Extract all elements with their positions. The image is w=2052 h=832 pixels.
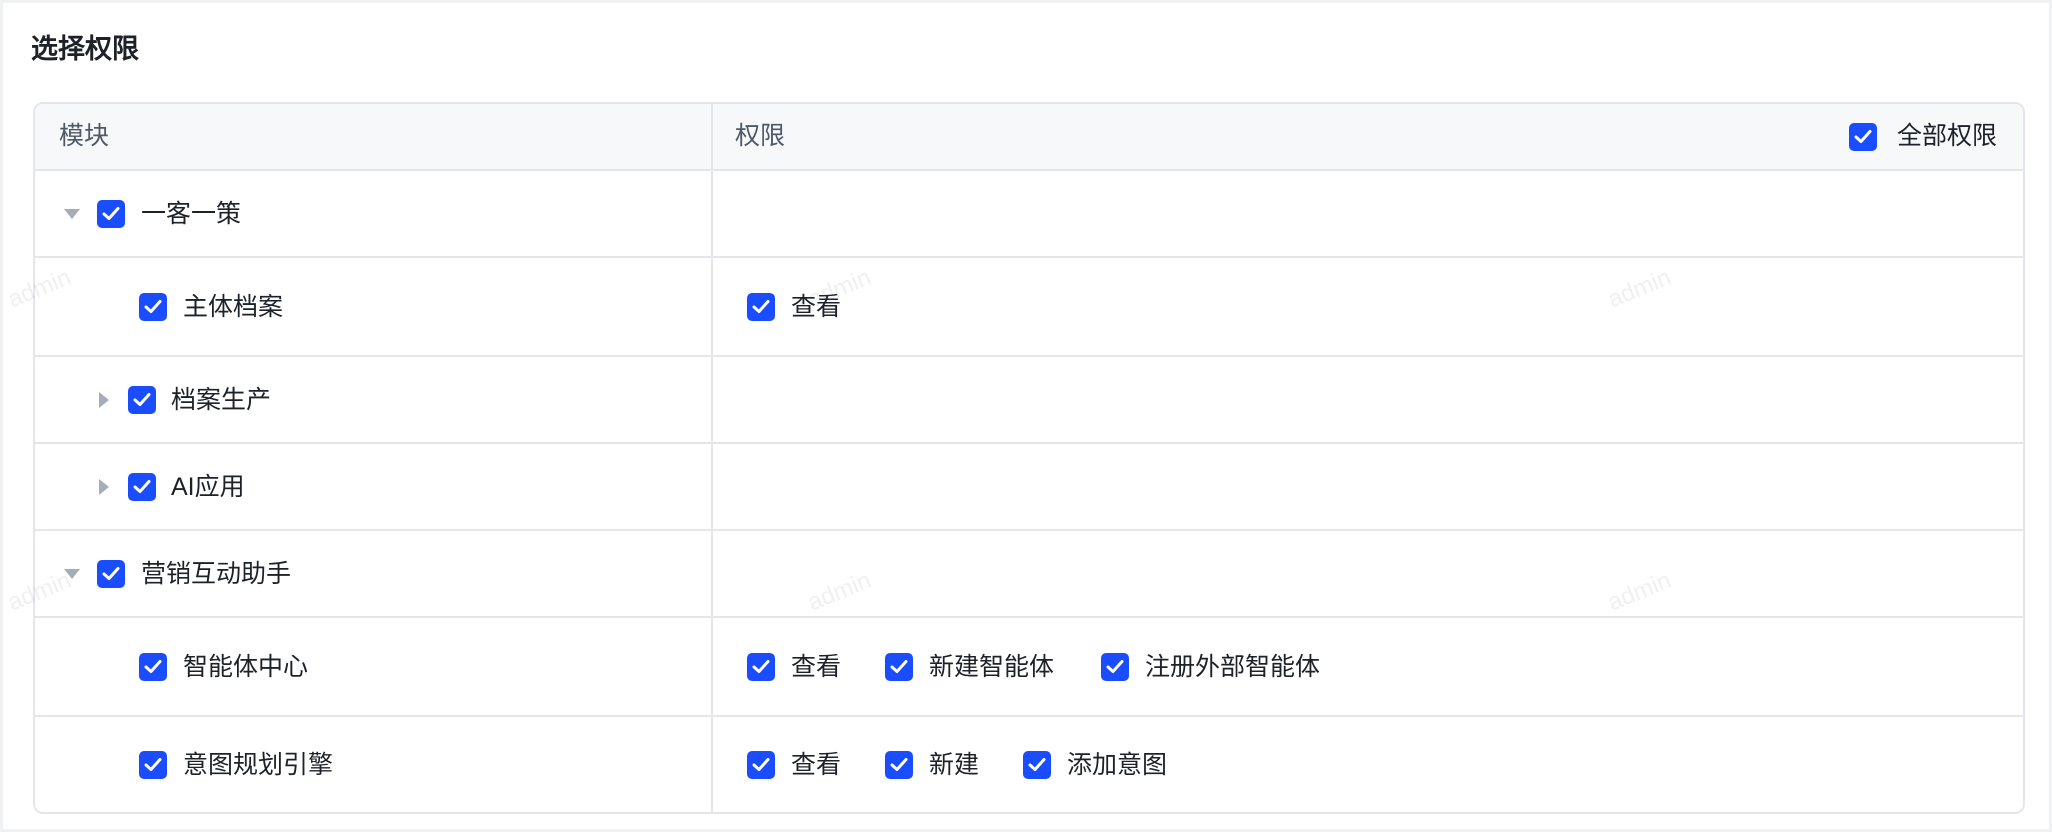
permission-label[interactable]: 注册外部智能体 (1145, 650, 1320, 684)
permission-label[interactable]: 查看 (791, 290, 841, 324)
table-row: 智能体中心 查看 新建智能体 注册外部智能体 (35, 618, 2023, 717)
permission-checkbox[interactable] (747, 293, 775, 321)
permission-checkbox[interactable] (1101, 653, 1129, 681)
column-divider (711, 104, 713, 812)
module-label: 意图规划引擎 (183, 751, 334, 779)
permission-label[interactable]: 添加意图 (1067, 748, 1167, 782)
module-label: 智能体中心 (183, 653, 309, 681)
all-permissions-checkbox[interactable] (1849, 123, 1877, 151)
permission-label[interactable]: 新建 (929, 748, 979, 782)
expand-caret-icon[interactable] (64, 209, 80, 219)
page-title: 选择权限 (31, 34, 139, 64)
expand-caret-icon[interactable] (64, 569, 80, 579)
module-checkbox[interactable] (139, 653, 167, 681)
collapse-caret-icon[interactable] (99, 392, 109, 408)
all-permissions-label[interactable]: 全部权限 (1897, 119, 1997, 153)
module-label: 主体档案 (183, 293, 284, 321)
module-label: 营销互动助手 (141, 560, 292, 588)
module-checkbox[interactable] (97, 200, 125, 228)
table-row: AI应用 (35, 444, 2023, 531)
module-checkbox[interactable] (139, 293, 167, 321)
permission-label[interactable]: 查看 (791, 748, 841, 782)
permission-label[interactable]: 新建智能体 (929, 650, 1054, 684)
module-checkbox[interactable] (139, 751, 167, 779)
collapse-caret-icon[interactable] (99, 479, 109, 495)
permission-checkbox[interactable] (747, 751, 775, 779)
table-row: 一客一策 (35, 171, 2023, 258)
module-label: AI应用 (171, 473, 245, 501)
module-label: 一客一策 (141, 200, 242, 228)
permission-checkbox[interactable] (747, 653, 775, 681)
permission-table: 模块 权限 全部权限 一客一策 主体档案 查看 档案生产 AI应用 营销互动助手… (33, 102, 2025, 814)
module-checkbox[interactable] (128, 386, 156, 414)
table-row: 营销互动助手 (35, 531, 2023, 618)
permission-column-header: 权限 (735, 122, 786, 150)
table-row: 档案生产 (35, 357, 2023, 444)
module-column-header: 模块 (59, 122, 110, 150)
table-row: 主体档案 查看 (35, 258, 2023, 357)
module-label: 档案生产 (171, 386, 272, 414)
permission-checkbox[interactable] (885, 653, 913, 681)
permission-label[interactable]: 查看 (791, 650, 841, 684)
permission-checkbox[interactable] (885, 751, 913, 779)
module-checkbox[interactable] (97, 560, 125, 588)
permission-panel: 选择权限 模块 权限 全部权限 一客一策 主体档案 查看 档案生产 AI应用 营… (3, 3, 2049, 829)
table-row: 意图规划引擎 查看 新建 添加意图 (35, 717, 2023, 812)
module-checkbox[interactable] (128, 473, 156, 501)
permission-checkbox[interactable] (1023, 751, 1051, 779)
table-header-row: 模块 权限 全部权限 (35, 104, 2023, 171)
